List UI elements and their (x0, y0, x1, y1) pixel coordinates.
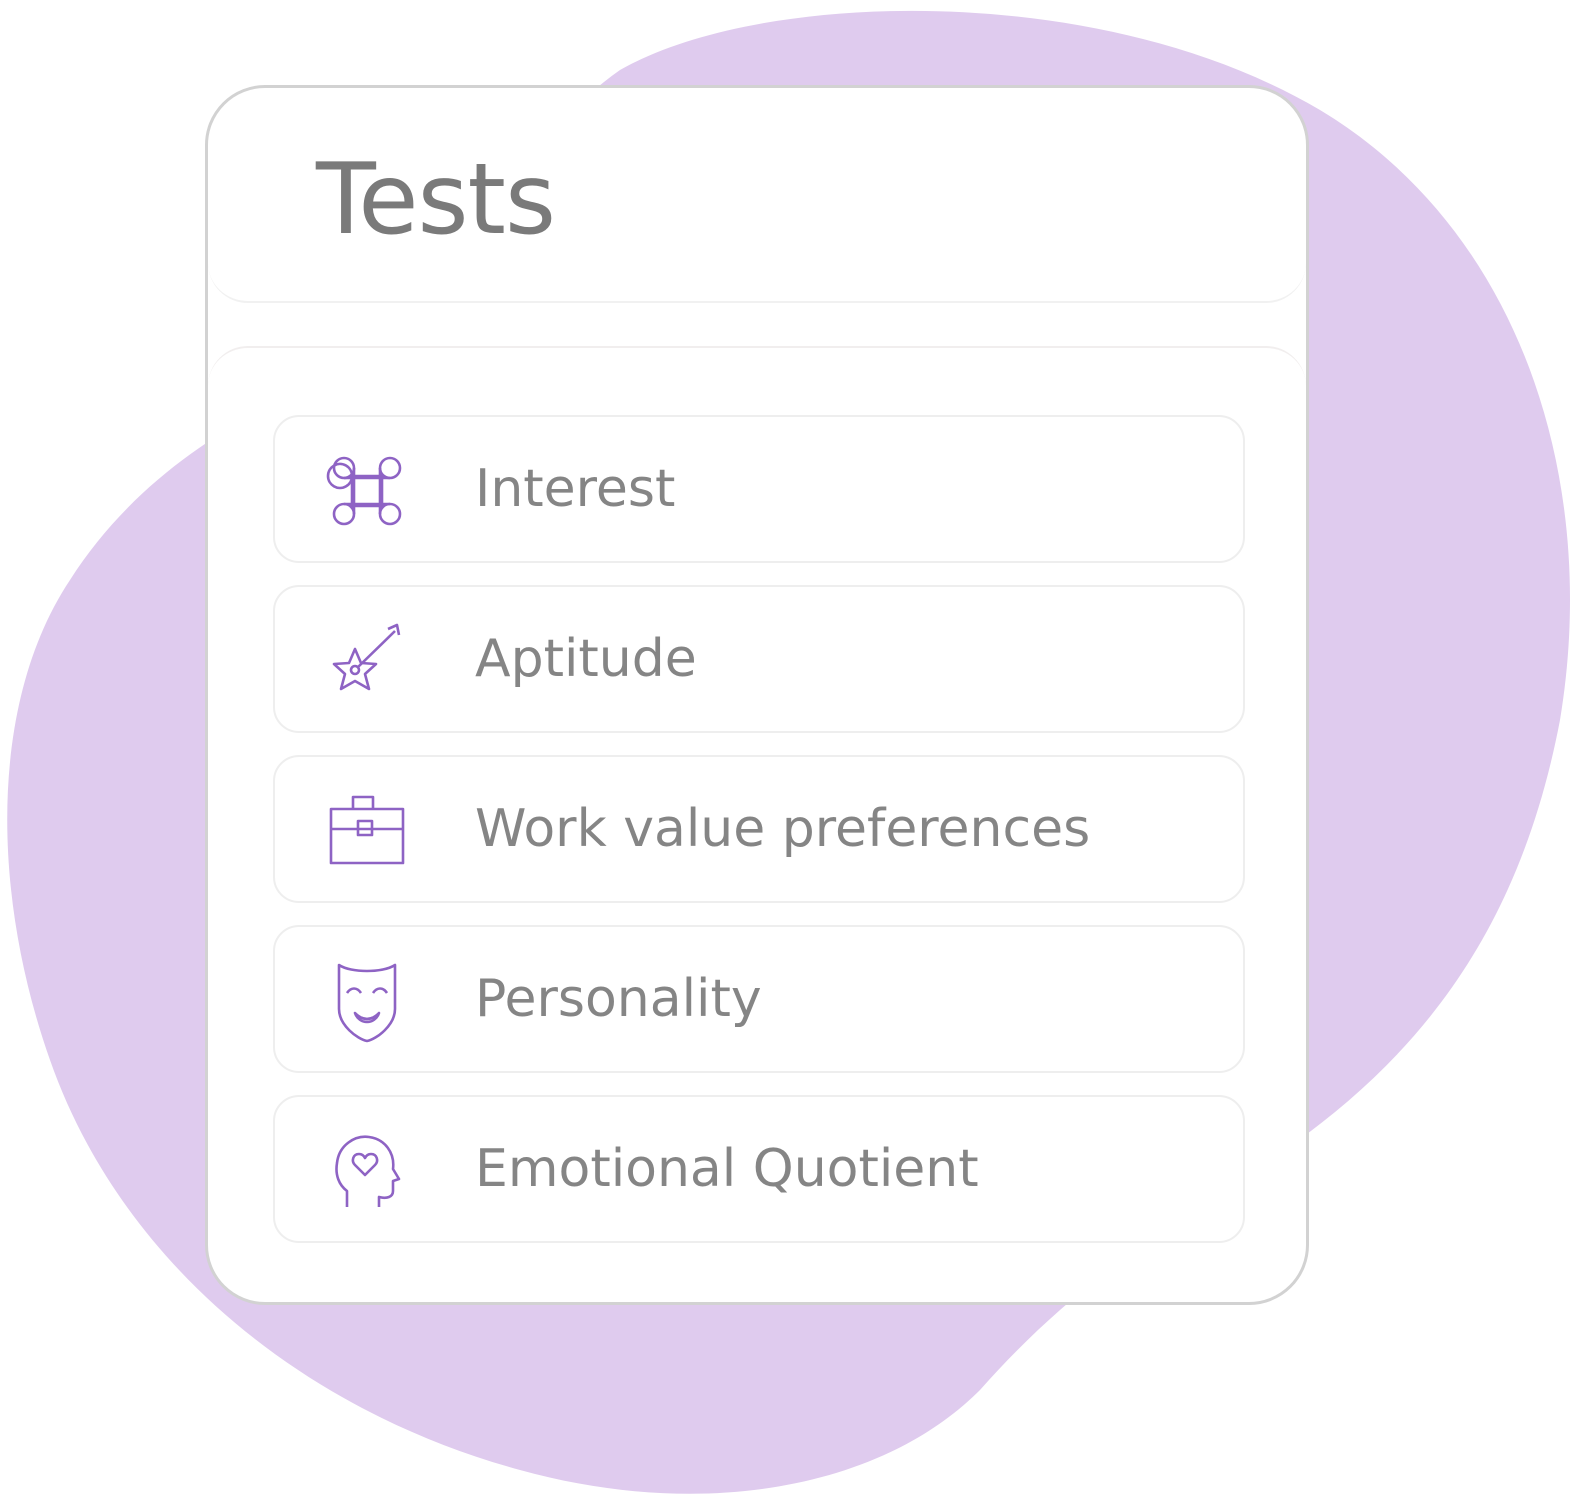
page-title: Tests (316, 143, 556, 257)
briefcase-icon (325, 789, 409, 873)
test-item-work-value-preferences[interactable]: Work value preferences (273, 755, 1245, 903)
test-item-interest[interactable]: Interest (273, 415, 1245, 563)
test-label: Work value preferences (475, 799, 1091, 859)
star-target-icon (325, 619, 409, 703)
stage: Tests Interest Aptitude Work value prefe… (0, 0, 1574, 1504)
test-label: Personality (475, 969, 762, 1029)
test-item-emotional-quotient[interactable]: Emotional Quotient (273, 1095, 1245, 1243)
tests-list: Interest Aptitude Work value preferences… (208, 346, 1306, 1302)
test-item-aptitude[interactable]: Aptitude (273, 585, 1245, 733)
head-heart-icon (325, 1129, 409, 1213)
test-label: Emotional Quotient (475, 1139, 979, 1199)
tests-card: Tests Interest Aptitude Work value prefe… (205, 85, 1309, 1305)
card-header: Tests (208, 88, 1306, 303)
test-label: Interest (475, 459, 676, 519)
mask-icon (325, 959, 409, 1043)
command-icon (325, 449, 409, 533)
test-label: Aptitude (475, 629, 697, 689)
test-item-personality[interactable]: Personality (273, 925, 1245, 1073)
